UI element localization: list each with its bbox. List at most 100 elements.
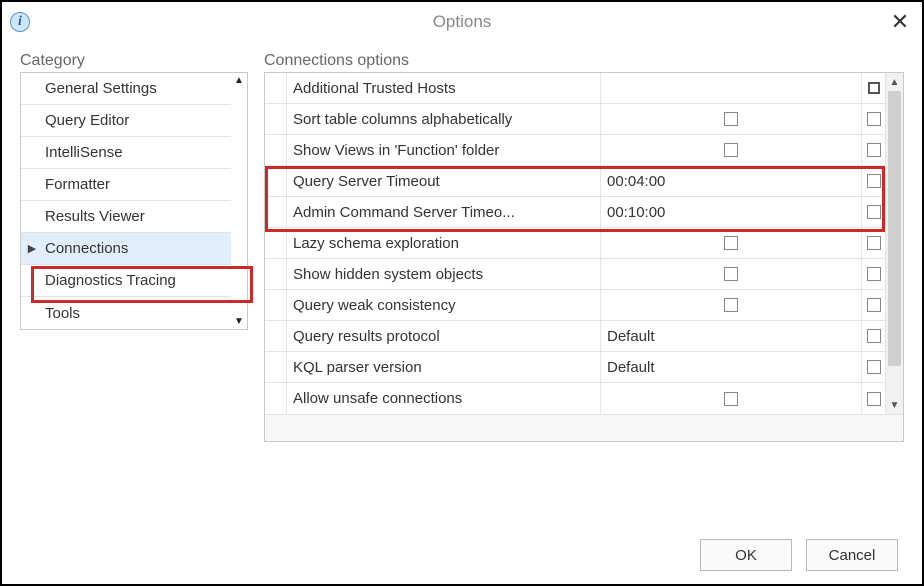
reset-checkbox[interactable] bbox=[867, 298, 881, 312]
category-label: Category bbox=[20, 52, 248, 70]
checkbox[interactable] bbox=[724, 267, 738, 281]
option-row[interactable]: Admin Command Server Timeo...00:10:00 bbox=[265, 197, 885, 228]
expander-cell bbox=[265, 383, 287, 414]
category-scrollbar[interactable]: ▲ ▼ bbox=[231, 73, 247, 329]
category-item[interactable]: General Settings bbox=[21, 73, 231, 105]
option-value[interactable] bbox=[601, 228, 861, 258]
category-item[interactable]: IntelliSense bbox=[21, 137, 231, 169]
category-item-label: Diagnostics Tracing bbox=[43, 272, 231, 289]
checkbox[interactable] bbox=[724, 112, 738, 126]
scroll-track[interactable] bbox=[886, 91, 903, 396]
options-panel: Connections options Additional Trusted H… bbox=[264, 52, 904, 526]
scroll-down-icon[interactable]: ▼ bbox=[886, 396, 903, 414]
category-item[interactable]: Diagnostics Tracing bbox=[21, 265, 231, 297]
reset-cell[interactable] bbox=[861, 321, 885, 351]
scroll-up-icon[interactable]: ▲ bbox=[886, 73, 903, 91]
reset-cell[interactable] bbox=[861, 259, 885, 289]
expander-cell bbox=[265, 104, 287, 134]
category-list-wrap: General Settings Query EditorIntelliSense… bbox=[20, 72, 248, 330]
reset-checkbox[interactable] bbox=[867, 143, 881, 157]
scroll-thumb[interactable] bbox=[888, 91, 901, 366]
category-item-label: General Settings bbox=[43, 80, 231, 97]
category-item[interactable]: ▶Connections bbox=[21, 233, 231, 265]
titlebar: i Options ✕ bbox=[2, 2, 922, 42]
options-scrollbar[interactable]: ▲ ▼ bbox=[885, 73, 903, 414]
option-row[interactable]: Allow unsafe connections bbox=[265, 383, 885, 414]
option-value[interactable]: Default bbox=[601, 352, 861, 382]
reset-cell[interactable] bbox=[861, 352, 885, 382]
options-description bbox=[265, 414, 903, 441]
category-item[interactable]: Formatter bbox=[21, 169, 231, 201]
option-value[interactable] bbox=[601, 135, 861, 165]
option-value[interactable]: 00:10:00 bbox=[601, 197, 861, 227]
option-label: Sort table columns alphabetically bbox=[287, 104, 601, 134]
option-value[interactable] bbox=[601, 73, 861, 103]
option-value[interactable] bbox=[601, 104, 861, 134]
checkbox[interactable] bbox=[724, 298, 738, 312]
expander-cell bbox=[265, 166, 287, 196]
expander-cell bbox=[265, 228, 287, 258]
reset-checkbox[interactable] bbox=[868, 82, 880, 94]
expander-cell bbox=[265, 352, 287, 382]
checkbox[interactable] bbox=[724, 236, 738, 250]
reset-checkbox[interactable] bbox=[867, 236, 881, 250]
reset-cell[interactable] bbox=[861, 290, 885, 320]
checkbox[interactable] bbox=[724, 392, 738, 406]
category-item[interactable]: Query Editor bbox=[21, 105, 231, 137]
reset-cell[interactable] bbox=[861, 135, 885, 165]
options-scroll-row: Additional Trusted HostsSort table colum… bbox=[265, 73, 903, 414]
category-item-label: Tools bbox=[43, 305, 231, 322]
expander-cell bbox=[265, 290, 287, 320]
option-row[interactable]: KQL parser versionDefault bbox=[265, 352, 885, 383]
reset-checkbox[interactable] bbox=[867, 174, 881, 188]
checkbox[interactable] bbox=[724, 143, 738, 157]
reset-checkbox[interactable] bbox=[867, 360, 881, 374]
option-label: KQL parser version bbox=[287, 352, 601, 382]
caret-right-icon: ▶ bbox=[21, 242, 43, 255]
reset-cell[interactable] bbox=[861, 166, 885, 196]
window-title: Options bbox=[2, 12, 922, 32]
category-item-label: Formatter bbox=[43, 176, 231, 193]
reset-checkbox[interactable] bbox=[867, 112, 881, 126]
scroll-up-icon[interactable]: ▲ bbox=[234, 75, 244, 86]
options-label: Connections options bbox=[264, 52, 904, 70]
option-row[interactable]: Lazy schema exploration bbox=[265, 228, 885, 259]
option-value[interactable]: Default bbox=[601, 321, 861, 351]
reset-checkbox[interactable] bbox=[867, 267, 881, 281]
option-value[interactable]: 00:04:00 bbox=[601, 166, 861, 196]
option-row[interactable]: Sort table columns alphabetically bbox=[265, 104, 885, 135]
option-row[interactable]: Show hidden system objects bbox=[265, 259, 885, 290]
option-row[interactable]: Additional Trusted Hosts bbox=[265, 73, 885, 104]
scroll-down-icon[interactable]: ▼ bbox=[234, 316, 244, 327]
option-label: Show hidden system objects bbox=[287, 259, 601, 289]
option-row[interactable]: Query weak consistency bbox=[265, 290, 885, 321]
category-item-label: Connections bbox=[43, 240, 231, 257]
expander-cell bbox=[265, 321, 287, 351]
reset-checkbox[interactable] bbox=[867, 205, 881, 219]
reset-cell[interactable] bbox=[861, 383, 885, 414]
option-value[interactable] bbox=[601, 259, 861, 289]
cancel-button[interactable]: Cancel bbox=[806, 539, 898, 571]
reset-cell[interactable] bbox=[861, 73, 885, 103]
option-row[interactable]: Query Server Timeout00:04:00 bbox=[265, 166, 885, 197]
category-item[interactable]: Tools bbox=[21, 297, 231, 329]
option-row[interactable]: Query results protocolDefault bbox=[265, 321, 885, 352]
option-value[interactable] bbox=[601, 290, 861, 320]
option-value[interactable] bbox=[601, 383, 861, 414]
option-label: Lazy schema exploration bbox=[287, 228, 601, 258]
reset-cell[interactable] bbox=[861, 104, 885, 134]
reset-checkbox[interactable] bbox=[867, 392, 881, 406]
ok-button[interactable]: OK bbox=[700, 539, 792, 571]
options-dialog: i Options ✕ Category General Settings Que… bbox=[0, 0, 924, 586]
category-list: General Settings Query EditorIntelliSense… bbox=[21, 73, 231, 329]
option-label: Admin Command Server Timeo... bbox=[287, 197, 601, 227]
reset-cell[interactable] bbox=[861, 197, 885, 227]
option-row[interactable]: Show Views in 'Function' folder bbox=[265, 135, 885, 166]
expander-cell bbox=[265, 197, 287, 227]
option-label: Query weak consistency bbox=[287, 290, 601, 320]
reset-cell[interactable] bbox=[861, 228, 885, 258]
expander-cell bbox=[265, 135, 287, 165]
option-label: Query results protocol bbox=[287, 321, 601, 351]
reset-checkbox[interactable] bbox=[867, 329, 881, 343]
category-item[interactable]: Results Viewer bbox=[21, 201, 231, 233]
